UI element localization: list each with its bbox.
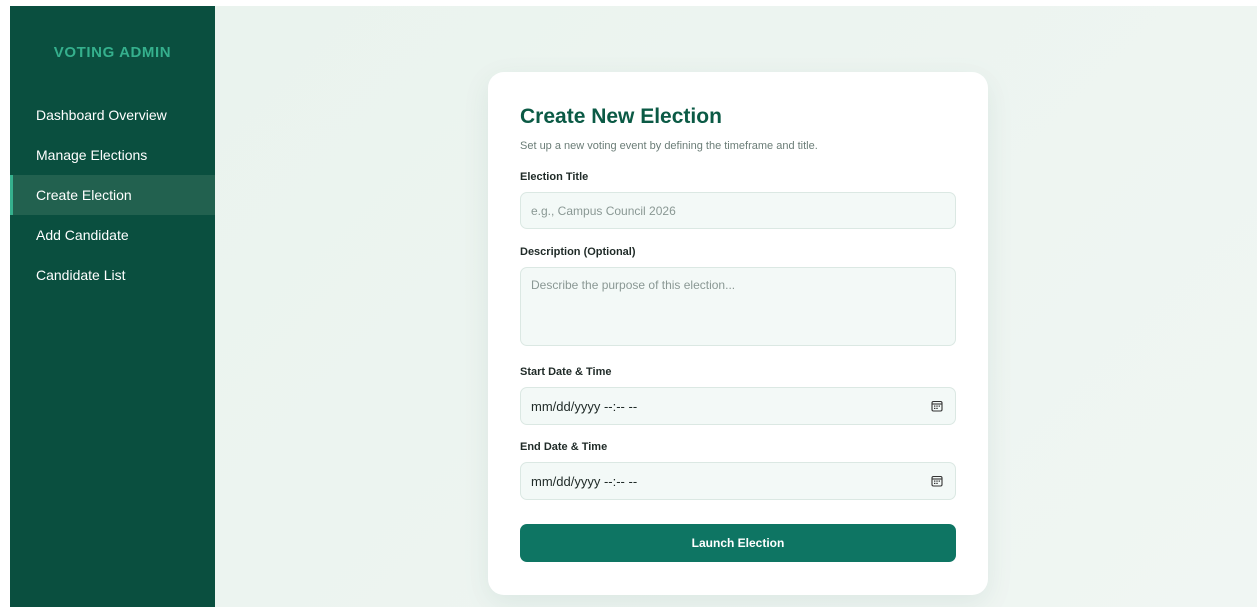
description-label: Description (Optional) [520, 246, 636, 258]
sidebar-item-add-candidate[interactable]: Add Candidate [10, 215, 215, 255]
sidebar-item-candidate-list[interactable]: Candidate List [10, 255, 215, 295]
page-title: Create New Election [520, 105, 722, 128]
start-datetime-value: mm/dd/yyyy --:-- -- [531, 398, 638, 414]
end-datetime-input[interactable]: mm/dd/yyyy --:-- -- [520, 462, 956, 500]
calendar-icon[interactable] [931, 475, 943, 487]
start-datetime-input[interactable]: mm/dd/yyyy --:-- -- [520, 387, 956, 425]
description-textarea[interactable] [520, 267, 956, 346]
create-election-card: Create New Election Set up a new voting … [488, 72, 988, 595]
page-subtitle: Set up a new voting event by defining th… [520, 140, 818, 152]
brand-logo-text: VOTING ADMIN [53, 44, 172, 61]
end-datetime-value: mm/dd/yyyy --:-- -- [531, 473, 638, 489]
app-window: VOTING ADMIN Dashboard Overview Manage E… [10, 6, 1257, 607]
election-title-label: Election Title [520, 171, 589, 183]
sidebar-item-dashboard-overview[interactable]: Dashboard Overview [10, 95, 215, 135]
sidebar: VOTING ADMIN Dashboard Overview Manage E… [10, 6, 215, 607]
election-title-input[interactable] [520, 192, 956, 229]
calendar-icon[interactable] [931, 400, 943, 412]
sidebar-item-create-election[interactable]: Create Election [10, 175, 215, 215]
sidebar-nav: Dashboard Overview Manage Elections Crea… [10, 95, 215, 295]
main-content: Create New Election Set up a new voting … [215, 6, 1257, 607]
start-datetime-label: Start Date & Time [520, 366, 612, 378]
sidebar-item-manage-elections[interactable]: Manage Elections [10, 135, 215, 175]
end-datetime-label: End Date & Time [520, 441, 608, 453]
launch-election-button[interactable]: Launch Election [520, 524, 956, 562]
